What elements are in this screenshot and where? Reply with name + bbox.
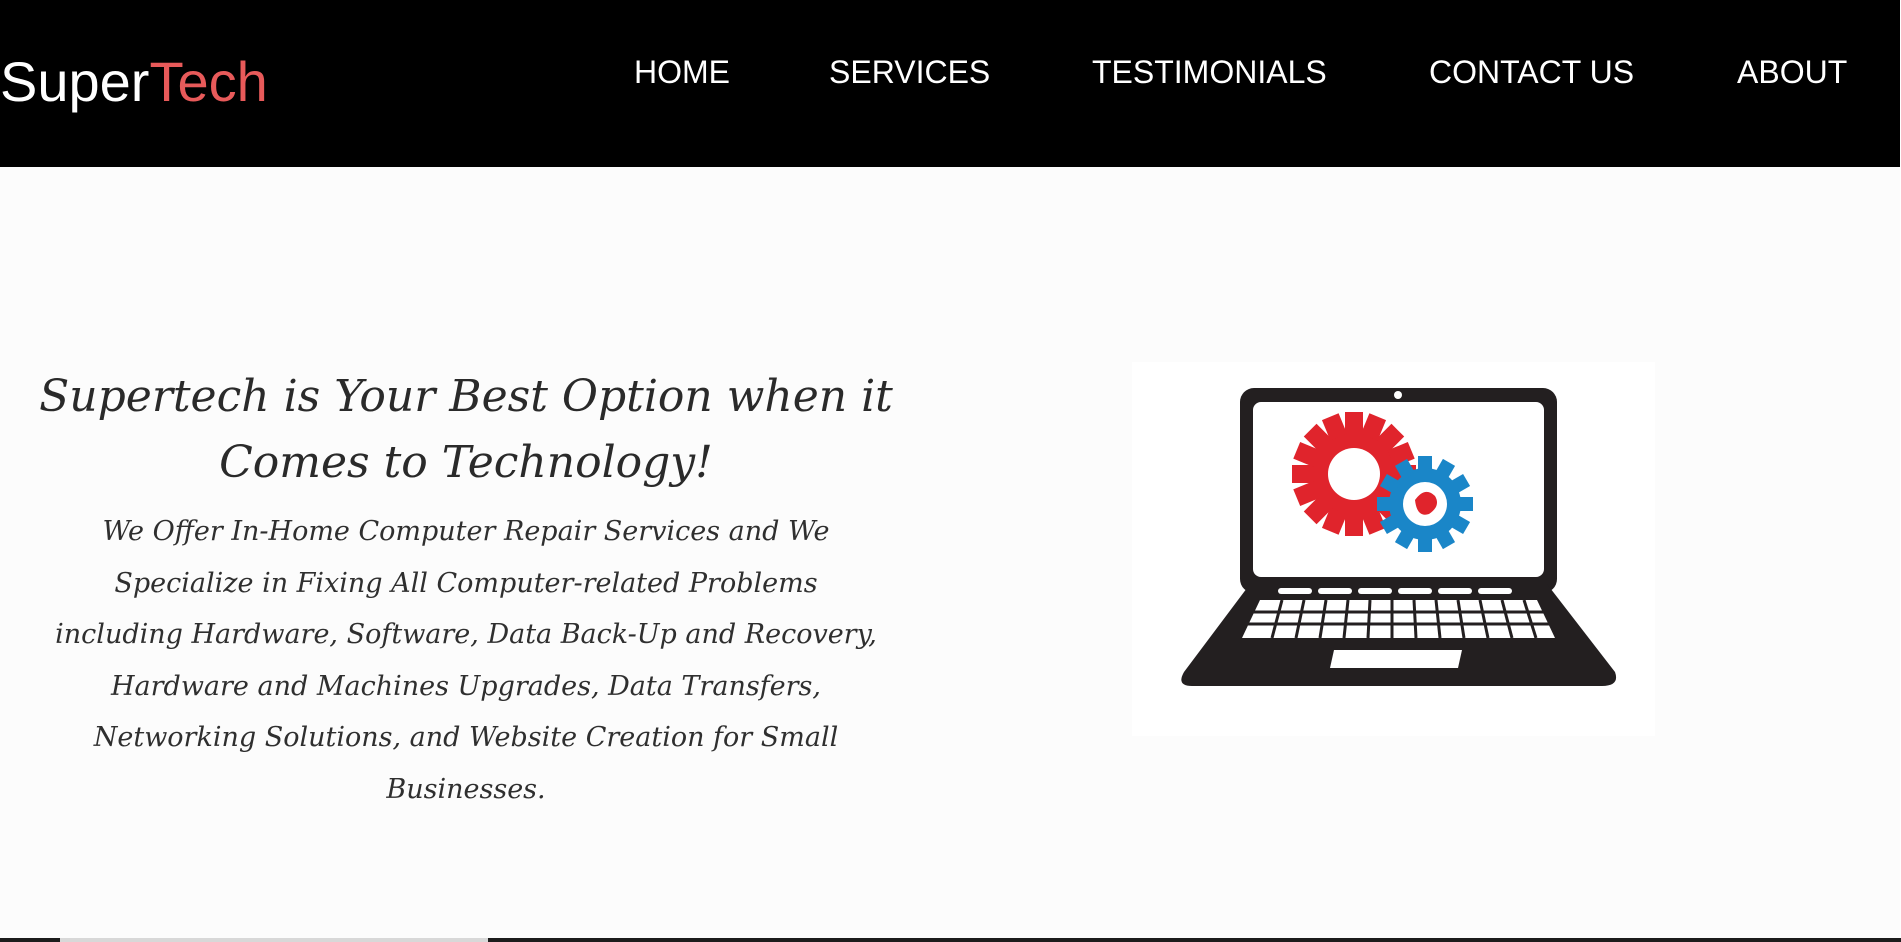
brand-logo[interactable]: SuperTech [0, 52, 268, 112]
navbar: SuperTech HOME SERVICES TESTIMONIALS CON… [0, 0, 1900, 167]
hero-title: Supertech is Your Best Option when it Co… [39, 371, 893, 488]
hero-image [1132, 362, 1655, 736]
laptop-gears-icon [1181, 388, 1617, 686]
nav-link-about[interactable]: ABOUT [1737, 52, 1847, 92]
nav-link-home[interactable]: HOME [634, 52, 730, 92]
nav-link-services[interactable]: SERVICES [829, 52, 990, 92]
logo-text-primary: Super [0, 50, 150, 113]
nav-link-contact-us[interactable]: CONTACT US [1429, 52, 1634, 92]
hero-description: We Offer In-Home Computer Repair Service… [55, 516, 877, 805]
bottom-edge [0, 938, 1901, 942]
nav-link-testimonials[interactable]: TESTIMONIALS [1092, 52, 1327, 92]
logo-text-accent: Tech [149, 50, 268, 113]
